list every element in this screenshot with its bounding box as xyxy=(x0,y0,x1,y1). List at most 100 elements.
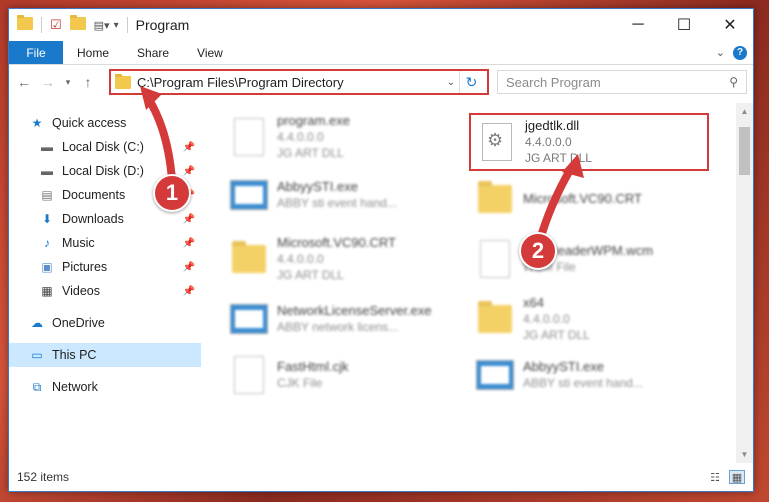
refresh-icon[interactable]: ↻ xyxy=(459,71,483,93)
sidebar-item-quick-access[interactable]: ★ Quick access xyxy=(9,111,201,135)
file-item[interactable]: AbbyySTI.exe ABBY sti event hand... xyxy=(475,347,705,403)
dropdown-icon[interactable]: ▾ xyxy=(114,20,119,31)
search-placeholder: Search Program xyxy=(506,74,601,90)
tiles-view-icon[interactable]: ▦ xyxy=(729,470,745,484)
file-item-jgedtlk-dll[interactable]: jgedtlk.dll 4.4.0.0.0 JG ART DLL xyxy=(469,113,709,171)
music-icon: ♪ xyxy=(44,236,50,250)
new-folder-icon[interactable] xyxy=(69,15,86,33)
scroll-up-icon[interactable]: ▲ xyxy=(736,103,753,120)
exe-icon xyxy=(229,172,269,218)
sidebar-item-network[interactable]: ⧉ Network xyxy=(9,375,201,399)
pictures-icon: ▣ xyxy=(41,260,53,274)
annotation-badge-2: 2 xyxy=(519,232,557,270)
file-item[interactable]: Microsoft.VC90.CRT 4.4.0.0.0 JG ART DLL xyxy=(229,231,459,287)
annotation-badge-1: 1 xyxy=(153,174,191,212)
file-version: 4.4.0.0.0 xyxy=(523,312,570,326)
tab-file[interactable]: File xyxy=(9,41,63,64)
pin-icon[interactable]: 📌 xyxy=(183,262,195,273)
item-count: 152 items xyxy=(17,470,70,484)
tab-share[interactable]: Share xyxy=(123,41,183,64)
divider xyxy=(126,17,128,33)
folder-icon[interactable] xyxy=(17,15,33,33)
file-description: JG ART DLL xyxy=(277,146,344,160)
sidebar-item-label: Pictures xyxy=(62,260,108,274)
search-icon[interactable]: ⚲ xyxy=(729,75,738,89)
recent-locations-icon[interactable]: ▾ xyxy=(63,77,73,88)
folder-icon xyxy=(475,296,515,342)
forward-icon[interactable]: → xyxy=(39,74,57,90)
minimize-button[interactable]: ─ xyxy=(615,9,661,41)
file-item[interactable]: x64 4.4.0.0.0 JG ART DLL xyxy=(475,291,705,347)
navigation-bar: ← → ▾ ↑ C:\Program Files\Program Directo… xyxy=(9,65,753,99)
sidebar-item-local-disk-c[interactable]: ▬ Local Disk (C:) 📌 xyxy=(9,135,201,159)
up-icon[interactable]: ↑ xyxy=(79,74,97,90)
pin-icon[interactable]: 📌 xyxy=(183,166,195,177)
file-item[interactable]: FineReaderWPM.wcm WCM File xyxy=(475,231,705,287)
file-item[interactable]: NetworkLicenseServer.exe ABBY network li… xyxy=(229,291,459,347)
file-item[interactable]: program.exe 4.4.0.0.0 JG ART DLL xyxy=(229,109,459,165)
pc-icon: ▭ xyxy=(31,348,43,362)
drive-icon: ▬ xyxy=(41,140,53,154)
file-name: jgedtlk.dll xyxy=(525,118,580,133)
exe-icon xyxy=(229,114,269,160)
vertical-scrollbar[interactable]: ▲ ▼ xyxy=(736,103,753,463)
scrollbar-thumb[interactable] xyxy=(739,127,750,175)
pin-icon[interactable]: 📌 xyxy=(183,142,195,153)
sidebar-item-this-pc[interactable]: ▭ This PC xyxy=(9,343,201,367)
dll-gear-icon xyxy=(477,119,517,165)
sidebar-item-music[interactable]: ♪ Music 📌 xyxy=(9,231,201,255)
sidebar-item-videos[interactable]: ▦ Videos 📌 xyxy=(9,279,201,303)
address-dropdown-icon[interactable]: ⌄ xyxy=(443,77,459,88)
file-version: 4.4.0.0.0 xyxy=(277,130,324,144)
file-name: AbbyySTI.exe xyxy=(523,359,604,374)
window-controls: ─ ☐ ✕ xyxy=(615,9,753,41)
status-bar: 152 items ☷ ▦ xyxy=(9,463,753,491)
tab-view[interactable]: View xyxy=(183,41,237,64)
file-name: program.exe xyxy=(277,113,350,128)
documents-icon: ▤ xyxy=(41,188,53,202)
videos-icon: ▦ xyxy=(41,284,53,298)
pin-icon[interactable]: 📌 xyxy=(183,286,195,297)
customize-toolbar-icon[interactable]: ▤▾ xyxy=(94,19,110,32)
file-description: JG ART DLL xyxy=(525,151,592,165)
file-item[interactable]: Microsoft.VC90.CRT xyxy=(475,171,705,227)
address-bar[interactable]: C:\Program Files\Program Directory ⌄ ↻ xyxy=(109,69,489,95)
title-bar: ☑ ▤▾ ▾ Program ─ ☐ ✕ xyxy=(9,9,753,41)
details-view-icon[interactable]: ☷ xyxy=(707,470,723,484)
file-name: NetworkLicenseServer.exe xyxy=(277,303,432,318)
scroll-down-icon[interactable]: ▼ xyxy=(736,446,753,463)
pin-icon[interactable]: 📌 xyxy=(183,238,195,249)
divider xyxy=(41,17,42,33)
tab-home[interactable]: Home xyxy=(63,41,123,64)
sidebar-item-label: Music xyxy=(62,236,95,250)
folder-icon xyxy=(475,176,515,222)
maximize-button[interactable]: ☐ xyxy=(661,9,707,41)
file-description: ABBY sti event hand... xyxy=(523,376,643,390)
file-version: 4.4.0.0.0 xyxy=(525,135,572,149)
help-icon[interactable]: ? xyxy=(733,45,747,60)
sidebar-item-onedrive[interactable]: ☁ OneDrive xyxy=(9,311,201,335)
address-text[interactable]: C:\Program Files\Program Directory xyxy=(137,75,443,90)
file-icon xyxy=(229,352,269,398)
sidebar-item-pictures[interactable]: ▣ Pictures 📌 xyxy=(9,255,201,279)
close-button[interactable]: ✕ xyxy=(707,9,753,41)
sidebar-item-label: Quick access xyxy=(52,116,127,130)
expand-ribbon-icon[interactable]: ⌄ xyxy=(716,46,725,59)
file-description: ABBY network licens... xyxy=(277,320,399,334)
folder-icon xyxy=(115,73,131,89)
network-icon: ⧉ xyxy=(32,379,42,394)
sidebar-item-label: Videos xyxy=(62,284,100,298)
file-name: AbbyySTI.exe xyxy=(277,179,358,194)
pin-icon[interactable]: 📌 xyxy=(183,214,195,225)
folder-icon xyxy=(229,236,269,282)
search-input[interactable]: Search Program ⚲ xyxy=(497,70,747,94)
file-item[interactable]: FastHtml.cjk CJK File xyxy=(229,347,459,403)
ribbon-right: ⌄ ? xyxy=(716,41,753,64)
back-icon[interactable]: ← xyxy=(15,74,33,90)
properties-icon[interactable]: ☑ xyxy=(50,17,62,33)
star-icon: ★ xyxy=(31,116,43,130)
drive-icon: ▬ xyxy=(41,164,53,178)
file-item[interactable]: AbbyySTI.exe ABBY sti event hand... xyxy=(229,167,459,223)
main-body: ★ Quick access ▬ Local Disk (C:) 📌 ▬ Loc… xyxy=(9,103,753,463)
file-type: CJK File xyxy=(277,376,323,390)
